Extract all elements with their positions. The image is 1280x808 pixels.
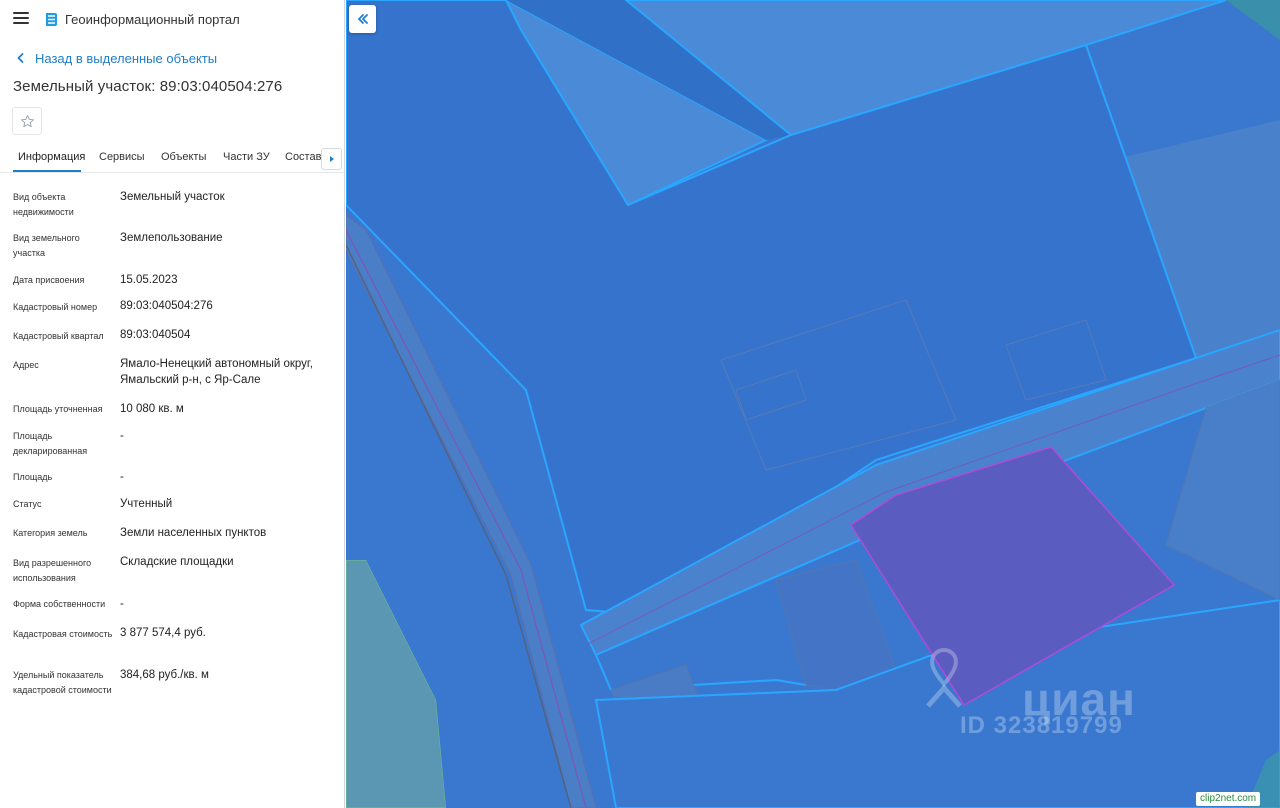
active-tab-indicator [13,170,81,172]
tab-information[interactable]: Информация [18,151,85,163]
tabs-scroll-right-button[interactable] [321,148,342,170]
page-title: Земельный участок: 89:03:040504:276 [13,78,283,95]
triangle-right-icon [329,156,334,162]
prop-value: Учтенный [120,498,173,510]
prop-label: Кадастровый номер [13,302,98,312]
prop-label: Площадь уточненная [13,404,103,414]
prop-label: Статус [13,499,42,509]
prop-value: Ямало-Ненецкий автономный округ, Ямальск… [120,358,313,386]
prop-value: Складские площадки [120,556,234,568]
prop-label: Удельный показатель кадастровой стоимост… [13,670,112,695]
side-panel: Геоинформационный портал Назад в выделен… [0,0,345,808]
prop-value: - [120,598,124,610]
prop-value: 384,68 руб./кв. м [120,669,209,681]
portal-logo-icon [46,13,57,26]
prop-label: Вид объекта недвижимости [13,192,74,217]
prop-value: Земельный участок [120,191,225,203]
back-link-label: Назад в выделенные объекты [35,50,218,66]
tab-objects[interactable]: Объекты [161,151,206,163]
prop-value: 89:03:040504 [120,329,191,341]
chevron-left-icon [17,53,24,63]
favorite-button[interactable] [12,107,42,135]
prop-value: Землепользование [120,232,223,244]
prop-label: Площадь декларированная [13,431,88,456]
prop-label: Вид земельного участка [13,233,80,258]
prop-label: Кадастровая стоимость [13,629,113,639]
collapse-panel-button[interactable] [349,5,376,33]
star-outline-icon [20,114,34,127]
prop-value: 3 877 574,4 руб. [120,627,206,639]
prop-label: Вид разрешенного использования [13,558,92,583]
prop-value: - [120,430,124,442]
map-view[interactable]: циан ID 323819799 clip2net.com [346,0,1280,808]
prop-value: 15.05.2023 [120,274,178,286]
tab-services[interactable]: Сервисы [99,151,145,163]
tab-parts[interactable]: Части ЗУ [223,151,270,163]
prop-label: Форма собственности [13,599,106,609]
prop-label: Площадь [13,472,53,482]
prop-value: 89:03:040504:276 [120,300,213,312]
prop-label: Дата присвоения [13,275,85,285]
prop-label: Кадастровый квартал [13,331,104,341]
hamburger-icon[interactable] [13,12,29,26]
prop-label: Категория земель [13,528,88,538]
double-chevron-left-icon [357,14,368,24]
credit-badge: clip2net.com [1196,792,1261,806]
app-title: Геоинформационный портал [65,12,240,27]
prop-value: Земли населенных пунктов [120,527,267,539]
tab-composition[interactable]: Состав [285,151,321,163]
map-pin-watermark-icon [926,647,962,708]
tab-bar: Информация Сервисы Объекты Части ЗУ Сост… [0,146,344,173]
watermark-id: ID 323819799 [960,712,1123,739]
cadastral-map-layer [346,0,1280,808]
back-to-selected-link[interactable]: Назад в выделенные объекты [14,50,217,66]
prop-value: 10 080 кв. м [120,403,184,415]
prop-label: Адрес [13,360,39,370]
panel-header: Геоинформационный портал [0,0,344,38]
prop-value: - [120,471,124,483]
